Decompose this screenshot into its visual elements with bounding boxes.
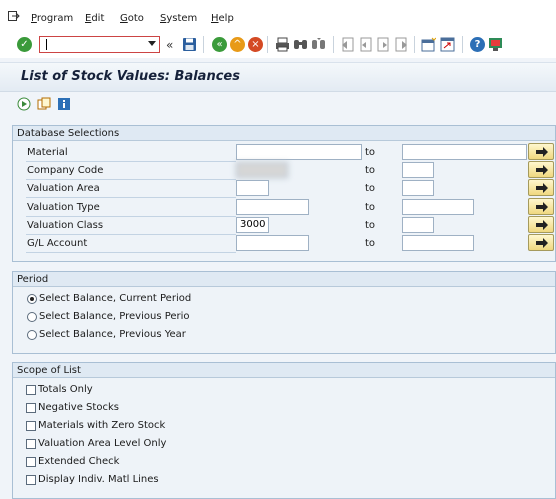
label-to: to [365,165,376,176]
label-company-code: Company Code [27,165,104,176]
valuation-class-from-input[interactable]: 3000 [236,217,269,233]
arrow-right-icon [536,165,548,175]
menu-bar [0,0,556,32]
gl-account-from-input[interactable] [236,235,309,251]
checkbox-negative-stocks[interactable] [26,403,36,413]
valuation-type-multiple-selection-button[interactable] [528,198,554,215]
last-page-icon[interactable] [394,37,409,52]
arrow-right-icon [536,220,548,230]
cancel-icon[interactable]: × [248,37,263,52]
shortcut-icon[interactable] [440,37,455,52]
database-selections-title: Database Selections [13,126,555,141]
customize-layout-icon[interactable] [488,37,503,52]
valuation-area-multiple-selection-button[interactable] [528,179,554,196]
label-totals-only: Totals Only [38,384,93,395]
label-extended-check: Extended Check [38,456,120,467]
label-to: to [365,202,376,213]
material-from-input[interactable] [236,144,362,160]
label-zero-stock: Materials with Zero Stock [38,420,166,431]
next-page-icon[interactable] [376,37,391,52]
valuation-class-multiple-selection-button[interactable] [528,216,554,233]
first-page-icon[interactable] [340,37,355,52]
menu-program[interactable]: Program [31,13,73,24]
exit-icon[interactable]: ^ [230,37,245,52]
save-icon[interactable] [182,37,197,52]
menu-system[interactable]: System [160,13,197,24]
company-code-to-input[interactable] [402,162,434,178]
valuation-type-from-input[interactable] [236,199,309,215]
checkbox-zero-stock[interactable] [26,421,36,431]
print-icon[interactable] [275,37,290,52]
valuation-area-from-input[interactable] [236,180,269,196]
label-to: to [365,220,376,231]
help-icon[interactable]: ? [470,37,485,52]
label-to: to [365,147,376,158]
material-to-input[interactable] [402,144,527,160]
label-current-period: Select Balance, Current Period [39,293,192,304]
checkbox-valuation-area-level[interactable] [26,439,36,449]
arrow-right-icon [536,147,548,157]
previous-page-icon[interactable] [358,37,373,52]
application-toolbar [0,92,556,116]
label-valuation-area-level: Valuation Area Level Only [38,438,167,449]
label-negative-stocks: Negative Stocks [38,402,119,413]
label-previous-period: Select Balance, Previous Perio [39,311,190,322]
gl-account-to-input[interactable] [402,235,474,251]
label-material: Material [27,147,68,158]
label-valuation-type: Valuation Type [27,202,100,213]
valuation-type-to-input[interactable] [402,199,474,215]
checkbox-totals-only[interactable] [26,385,36,395]
create-session-icon[interactable] [421,37,436,52]
material-multiple-selection-button[interactable] [528,143,554,160]
info-icon[interactable] [57,97,71,111]
radio-previous-period[interactable] [27,312,37,322]
checkbox-extended-check[interactable] [26,457,36,467]
text-caret [46,39,47,50]
back-icon[interactable]: « [212,37,227,52]
find-next-icon[interactable] [311,37,326,52]
label-previous-year: Select Balance, Previous Year [39,329,186,340]
company-code-from-input[interactable] [236,162,288,178]
radio-current-period[interactable] [27,294,37,304]
command-field[interactable] [39,36,160,53]
enter-check-icon[interactable]: ✓ [17,37,32,52]
execute-icon[interactable] [17,97,31,111]
radio-previous-year[interactable] [27,330,37,340]
find-icon[interactable] [293,37,308,52]
label-gl-account: G/L Account [27,238,88,249]
label-display-matl-lines: Display Indiv. Matl Lines [38,474,159,485]
get-variant-icon[interactable] [37,97,51,111]
label-valuation-class: Valuation Class [27,220,104,231]
valuation-area-to-input[interactable] [402,180,434,196]
gl-account-multiple-selection-button[interactable] [528,234,554,251]
page-title: List of Stock Values: Balances [21,69,240,84]
menu-edit[interactable]: Edit [85,13,104,24]
arrow-right-icon [536,183,548,193]
checkbox-display-matl-lines[interactable] [26,475,36,485]
period-title: Period [13,272,555,287]
collapse-chevron-icon[interactable]: « [166,38,173,52]
company-code-multiple-selection-button[interactable] [528,161,554,178]
command-dropdown-icon[interactable] [148,41,156,47]
label-valuation-area: Valuation Area [27,183,100,194]
menu-goto[interactable]: Goto [120,13,144,24]
label-to: to [365,238,376,249]
arrow-right-icon [536,238,548,248]
valuation-class-to-input[interactable] [402,217,434,233]
menu-exit-icon[interactable] [8,11,20,22]
menu-help[interactable]: Help [211,13,234,24]
label-to: to [365,183,376,194]
arrow-right-icon [536,202,548,212]
scope-of-list-title: Scope of List [13,363,555,378]
